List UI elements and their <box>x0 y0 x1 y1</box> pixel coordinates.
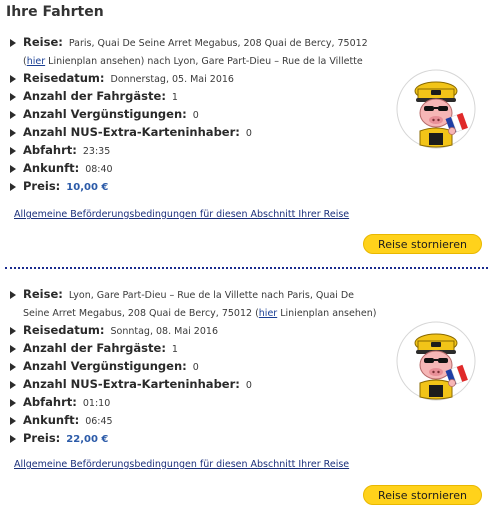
discounts-value: 0 <box>192 362 199 373</box>
bullet-arrow-icon <box>10 75 16 83</box>
bullet-arrow-icon <box>10 129 16 137</box>
nus-value: 0 <box>245 380 252 391</box>
arrival-label: Ankunft: <box>23 413 80 427</box>
nus-value: 0 <box>245 128 252 139</box>
passengers-label: Anzahl der Fahrgäste: <box>23 89 166 103</box>
megabus-mascot-icon <box>396 321 476 401</box>
bullet-arrow-icon <box>10 417 16 425</box>
discounts-row: Anzahl Vergünstigungen: 0 <box>9 106 381 124</box>
departure-label: Abfahrt: <box>23 143 77 157</box>
bullet-arrow-icon <box>10 165 16 173</box>
bullet-arrow-icon <box>10 363 16 371</box>
price-row: Preis: 10,00 € <box>9 178 381 196</box>
departure-row: Abfahrt: 23:35 <box>9 142 381 160</box>
passengers-row: Anzahl der Fahrgäste: 1 <box>9 88 381 106</box>
date-label: Reisedatum: <box>23 323 105 337</box>
nus-row: Anzahl NUS-Extra-Karteninhaber: 0 <box>9 376 381 394</box>
route-label: Reise: <box>23 35 63 49</box>
cancel-trip-button[interactable]: Reise stornieren <box>363 234 482 254</box>
discounts-label: Anzahl Vergünstigungen: <box>23 359 187 373</box>
passengers-row: Anzahl der Fahrgäste: 1 <box>9 340 381 358</box>
bullet-arrow-icon <box>10 147 16 155</box>
trip-details-list: Reise: Lyon, Gare Part-Dieu – Rue de la V… <box>9 286 381 448</box>
date-value: Donnerstag, 05. Mai 2016 <box>110 74 234 85</box>
price-row: Preis: 22,00 € <box>9 430 381 448</box>
terms-link[interactable]: Allgemeine Beförderungsbedingungen für d… <box>14 209 349 220</box>
departure-label: Abfahrt: <box>23 395 77 409</box>
passengers-value: 1 <box>171 92 178 103</box>
bullet-arrow-icon <box>10 435 16 443</box>
trip-divider <box>5 267 488 269</box>
bullet-arrow-icon <box>10 345 16 353</box>
arrival-value: 08:40 <box>85 164 113 175</box>
route-label: Reise: <box>23 287 63 301</box>
departure-value: 01:10 <box>82 398 111 409</box>
discounts-value: 0 <box>192 110 199 121</box>
bullet-arrow-icon <box>10 111 16 119</box>
date-value: Sonntag, 08. Mai 2016 <box>110 326 218 337</box>
price-label: Preis: <box>23 179 61 193</box>
route-text-end: Linienplan ansehen) <box>277 308 377 319</box>
route-map-link[interactable]: hier <box>27 56 45 67</box>
terms-link[interactable]: Allgemeine Beförderungsbedingungen für d… <box>14 459 349 470</box>
bullet-arrow-icon <box>10 381 16 389</box>
arrival-label: Ankunft: <box>23 161 80 175</box>
nus-row: Anzahl NUS-Extra-Karteninhaber: 0 <box>9 124 381 142</box>
passengers-label: Anzahl der Fahrgäste: <box>23 341 166 355</box>
bullet-arrow-icon <box>10 291 16 299</box>
passengers-value: 1 <box>171 344 178 355</box>
bullet-arrow-icon <box>10 39 16 47</box>
route-row: Reise: Lyon, Gare Part-Dieu – Rue de la V… <box>9 286 381 322</box>
date-row: Reisedatum: Sonntag, 08. Mai 2016 <box>9 322 381 340</box>
discounts-row: Anzahl Vergünstigungen: 0 <box>9 358 381 376</box>
trip-details-list: Reise: Paris, Quai De Seine Arret Megabus… <box>9 34 381 196</box>
price-value: 22,00 € <box>66 434 109 445</box>
cancel-trip-button[interactable]: Reise stornieren <box>363 485 482 505</box>
arrival-row: Ankunft: 06:45 <box>9 412 381 430</box>
departure-value: 23:35 <box>82 146 111 157</box>
nus-label: Anzahl NUS-Extra-Karteninhaber: <box>23 377 240 391</box>
arrival-value: 06:45 <box>85 416 113 427</box>
route-row: Reise: Paris, Quai De Seine Arret Megabus… <box>9 34 381 70</box>
date-label: Reisedatum: <box>23 71 105 85</box>
megabus-mascot-icon <box>396 69 476 149</box>
bullet-arrow-icon <box>10 93 16 101</box>
departure-row: Abfahrt: 01:10 <box>9 394 381 412</box>
bullet-arrow-icon <box>10 183 16 191</box>
date-row: Reisedatum: Donnerstag, 05. Mai 2016 <box>9 70 381 88</box>
nus-label: Anzahl NUS-Extra-Karteninhaber: <box>23 125 240 139</box>
page-title: Ihre Fahrten <box>6 4 104 20</box>
discounts-label: Anzahl Vergünstigungen: <box>23 107 187 121</box>
price-label: Preis: <box>23 431 61 445</box>
bullet-arrow-icon <box>10 399 16 407</box>
route-text-end: Linienplan ansehen) nach Lyon, Gare Part… <box>45 56 363 67</box>
arrival-row: Ankunft: 08:40 <box>9 160 381 178</box>
price-value: 10,00 € <box>66 182 109 193</box>
route-map-link[interactable]: hier <box>259 308 277 319</box>
bullet-arrow-icon <box>10 327 16 335</box>
